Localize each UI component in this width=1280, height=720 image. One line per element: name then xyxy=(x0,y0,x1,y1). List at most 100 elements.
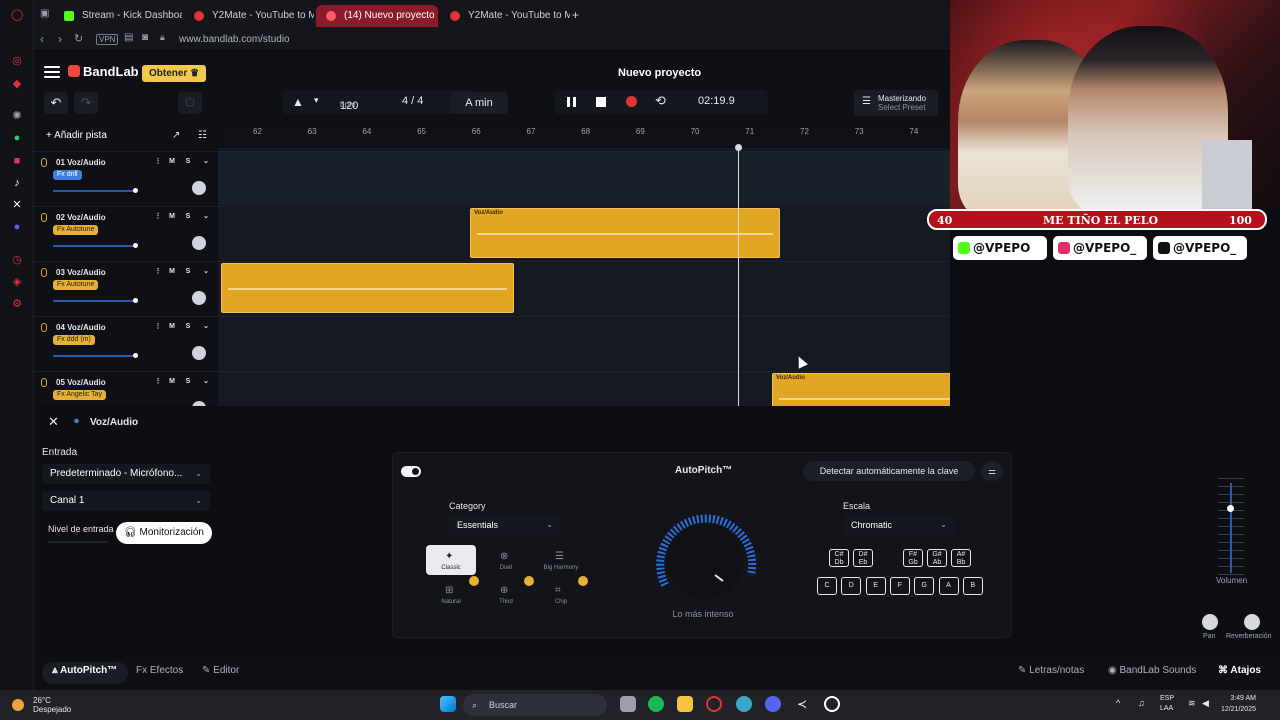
chevron-down-icon[interactable]: ⌄ xyxy=(200,156,212,167)
tab-y2mate-1[interactable]: Y2Mate - YouTube to MP xyxy=(184,5,314,27)
track-lane[interactable] xyxy=(218,316,950,370)
opera-gx-icon[interactable] xyxy=(706,696,722,712)
chevron-down-icon[interactable]: ⌄ xyxy=(200,266,212,277)
preset-duet[interactable]: ⊗ Duet xyxy=(481,545,531,575)
scale-key-sharp[interactable]: C# Db xyxy=(829,549,849,567)
scale-key-sharp[interactable]: D# Eb xyxy=(853,549,873,567)
automation-icon[interactable]: ↗ xyxy=(172,130,180,141)
redo-icon[interactable]: ↷ xyxy=(74,92,98,114)
forward-icon[interactable]: › xyxy=(58,32,62,46)
scale-key-natural[interactable]: C xyxy=(817,577,837,595)
tab-y2mate-2[interactable]: Y2Mate - YouTube to MP xyxy=(440,5,570,27)
tab-kick[interactable]: Stream - Kick Dashboard xyxy=(54,5,182,27)
scale-select[interactable]: Chromatic ⌄ xyxy=(843,515,955,535)
pause-icon[interactable] xyxy=(567,97,576,107)
x-icon[interactable]: ✕ xyxy=(11,199,23,211)
detect-key-button[interactable]: Detectar automáticamente la clave xyxy=(803,461,975,481)
solo-button[interactable]: S xyxy=(182,211,194,222)
input-device-select[interactable]: Predeterminado - Micrófono... ⌄ xyxy=(42,464,210,484)
autopitch-toggle[interactable] xyxy=(401,466,421,477)
chevron-down-icon[interactable]: ⌄ xyxy=(200,211,212,222)
hamburger-menu-icon[interactable] xyxy=(44,66,60,78)
reverb-knob[interactable] xyxy=(1244,614,1260,630)
mute-button[interactable]: M xyxy=(166,211,178,222)
track-pan-knob[interactable] xyxy=(192,181,206,195)
tiktok-icon[interactable]: ♪ xyxy=(11,177,23,189)
windows-start-icon[interactable] xyxy=(440,696,456,712)
loop-icon[interactable]: ⟲ xyxy=(655,93,666,109)
track-menu-icon[interactable]: ⋮ xyxy=(152,321,164,332)
track-menu-icon[interactable]: ⋮ xyxy=(152,156,164,167)
browser-icon[interactable] xyxy=(736,696,752,712)
mute-button[interactable]: M xyxy=(166,376,178,387)
track-name[interactable]: 02 Voz/Audio xyxy=(56,213,106,222)
lyrics-button[interactable]: ✎ Letras/notas xyxy=(1018,665,1084,676)
track-volume-slider[interactable] xyxy=(53,353,138,358)
reload-icon[interactable]: ↻ xyxy=(74,32,83,45)
chevron-down-icon[interactable]: ⌄ xyxy=(200,376,212,387)
settings-icon[interactable]: ✺ xyxy=(11,110,23,122)
preset-classic[interactable]: ✦ Classic xyxy=(426,545,476,575)
time-signature[interactable]: 4 / 4 xyxy=(402,95,423,107)
track-volume-slider[interactable] xyxy=(53,188,138,193)
track-name[interactable]: 04 Voz/Audio xyxy=(56,323,106,332)
track-fx-badge[interactable]: Fx Autotune xyxy=(53,280,99,290)
scale-key-natural[interactable]: E xyxy=(865,577,886,595)
clock-icon[interactable]: ◷ xyxy=(11,254,23,266)
solo-button[interactable]: S xyxy=(182,266,194,277)
undo-icon[interactable]: ↶ xyxy=(44,92,68,114)
instagram-icon[interactable]: ■ xyxy=(11,155,23,167)
tab-bandlab[interactable]: (14) Nuevo proyecto xyxy=(316,5,438,27)
track-header[interactable]: 04 Voz/Audio Fx ddd (m) ⋮ M S ⌄ xyxy=(34,316,218,370)
scale-key-sharp[interactable]: A# Bb xyxy=(951,549,971,567)
metronome-dropdown-icon[interactable]: ▾ xyxy=(314,95,319,106)
tab-autopitch[interactable]: ⩓ AutoPitch™ xyxy=(52,665,117,676)
track-fx-badge[interactable]: Fx drill xyxy=(53,170,82,180)
preset-big-harmony[interactable]: ☰ Big Harmony xyxy=(536,545,586,575)
file-explorer-icon[interactable] xyxy=(677,696,693,712)
scale-key-natural[interactable]: D xyxy=(841,577,862,595)
track-pan-knob[interactable] xyxy=(192,291,206,305)
metronome-icon[interactable]: ▲ xyxy=(292,95,304,109)
audio-clip[interactable]: Voz/Audio xyxy=(470,208,780,258)
key-selector[interactable]: A min xyxy=(450,92,508,114)
obs-icon[interactable] xyxy=(824,696,840,712)
category-select[interactable]: Essentials ⌄ xyxy=(449,515,561,535)
tab-editor[interactable]: ✎ Editor xyxy=(202,665,239,676)
intensity-dial[interactable] xyxy=(651,513,759,601)
track-header[interactable]: 05 Voz/Audio Fx Angelic Tay ⋮ M S ⌄ xyxy=(34,371,218,406)
new-tab-button[interactable]: + xyxy=(572,8,579,22)
spotify-icon[interactable] xyxy=(648,696,664,712)
scale-key-sharp[interactable]: F# Gb xyxy=(903,549,923,567)
tab-effects[interactable]: Fx Efectos xyxy=(136,665,183,676)
solo-button[interactable]: S xyxy=(182,321,194,332)
video-icon[interactable]: ▢ xyxy=(178,92,202,114)
weather-widget[interactable]: 26°C Despejado xyxy=(33,696,71,714)
track-name[interactable]: 03 Voz/Audio xyxy=(56,268,106,277)
track-name[interactable]: 05 Voz/Audio xyxy=(56,378,106,387)
playhead[interactable] xyxy=(735,144,742,406)
capcut-icon[interactable]: ≺ xyxy=(794,696,810,712)
timeline-ruler[interactable]: 62 63 64 65 66 67 68 69 70 71 72 73 74 xyxy=(218,124,950,148)
taskbar-search[interactable]: ⌕ Buscar xyxy=(463,694,607,716)
track-volume-slider[interactable] xyxy=(53,243,138,248)
aria-icon[interactable]: ◎ xyxy=(11,55,23,67)
audio-clip[interactable] xyxy=(221,263,514,313)
close-panel-icon[interactable]: ✕ xyxy=(48,414,59,430)
shortcuts-button[interactable]: ⌘ Atajos xyxy=(1218,665,1261,676)
mute-button[interactable]: M xyxy=(166,156,178,167)
monitoring-button[interactable]: 🎧︎ Monitorización xyxy=(116,522,212,544)
mute-button[interactable]: M xyxy=(166,321,178,332)
speaker-icon[interactable]: ◀ xyxy=(1202,698,1209,709)
track-pan-knob[interactable] xyxy=(192,401,206,406)
preset-natural[interactable]: ⊞ Natural xyxy=(426,579,476,609)
audio-clip[interactable]: Voz/Audio xyxy=(772,373,950,406)
discord-icon[interactable]: ● xyxy=(11,221,23,233)
back-icon[interactable]: ‹ xyxy=(40,32,44,46)
sliders-icon[interactable]: ⚌ xyxy=(981,461,1003,481)
track-name[interactable]: 01 Voz/Audio xyxy=(56,158,106,167)
bag-icon[interactable]: ◆ xyxy=(11,78,23,90)
stop-icon[interactable] xyxy=(596,97,606,107)
track-menu-icon[interactable]: ⋮ xyxy=(152,266,164,277)
track-menu-icon[interactable]: ⋮ xyxy=(152,211,164,222)
